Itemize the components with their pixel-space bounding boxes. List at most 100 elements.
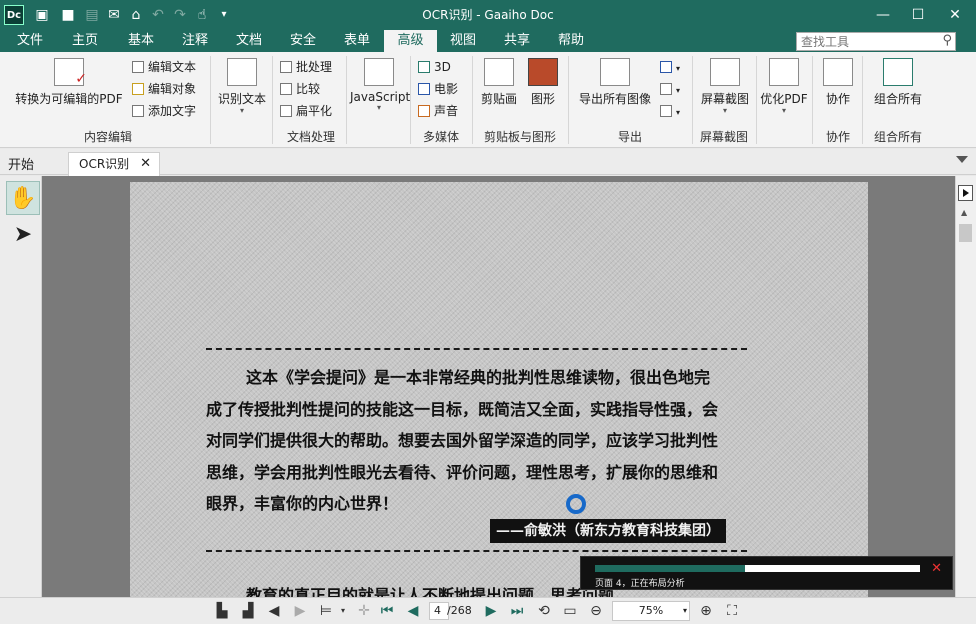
tab-share[interactable]: 共享 <box>494 30 540 52</box>
batch-button[interactable]: 批处理 <box>280 57 332 77</box>
convert-editable-icon: ✓ <box>54 58 87 87</box>
edit-text-button[interactable]: 编辑文本 <box>132 57 196 77</box>
combine-all-button[interactable]: 组合所有 <box>866 58 930 107</box>
flatten-button[interactable]: 扁平化 <box>280 101 332 121</box>
progress-fill <box>595 565 745 572</box>
tab-forms[interactable]: 表单 <box>334 30 380 52</box>
tab-advanced[interactable]: 高级 <box>384 30 437 52</box>
vertical-scrollbar[interactable]: ▲ <box>955 176 976 597</box>
tab-security[interactable]: 安全 <box>280 30 326 52</box>
batch-icon <box>280 61 292 73</box>
add-text-button[interactable]: 添加文字 <box>132 101 196 121</box>
chevron-down-icon: ▾ <box>676 64 681 73</box>
compare-button[interactable]: 比较 <box>280 79 320 99</box>
left-toolbar: ✋ ➤ <box>0 176 42 597</box>
progress-bar <box>595 565 920 572</box>
chevron-down-icon: ▾ <box>239 106 244 115</box>
export-option-1-button[interactable]: ▾ <box>660 57 680 77</box>
group-screenshot: 屏幕截图 <box>699 130 748 144</box>
page-bottom-text: 教育的真正目的就是让人不断地提出问题、思考问题。 <box>246 586 631 597</box>
zoom-in-icon[interactable]: ⊕ <box>696 601 716 621</box>
search-icon[interactable]: ⚲ <box>942 33 952 48</box>
magic-wand-icon <box>484 58 514 86</box>
tab-basic[interactable]: 基本 <box>118 30 164 52</box>
page-layout-icon[interactable]: ▙ <box>212 601 232 621</box>
tab-document[interactable]: 文档 <box>226 30 272 52</box>
page-layout-alt-icon[interactable]: ▟ <box>238 601 258 621</box>
zoom-out-icon[interactable]: ⊖ <box>586 601 606 621</box>
edit-object-button[interactable]: 编辑对象 <box>132 79 196 99</box>
people-icon <box>823 58 853 86</box>
first-page-icon[interactable]: ⏮ <box>378 601 396 621</box>
fullscreen-icon[interactable]: ⛶ <box>722 601 742 621</box>
tab-view[interactable]: 视图 <box>440 30 486 52</box>
last-page-icon[interactable]: ⏭ <box>508 601 526 621</box>
screenshot-button[interactable]: 屏幕截图 ▾ <box>696 58 754 115</box>
title-bar: Dc ▣ ■ ▤ ✉ ⌂ ↶ ↷ ☝ ▾ OCR识别 - Gaaiho Doc … <box>0 0 976 30</box>
zoom-select[interactable]: 75% ▾ <box>612 601 690 621</box>
hand-tool-icon[interactable]: ✋ <box>6 181 40 215</box>
side-panel-toggle-icon[interactable] <box>958 185 973 201</box>
fit-width-icon[interactable]: ⊨ <box>316 601 336 621</box>
optimize-pdf-button[interactable]: 优化PDF ▾ <box>758 58 810 115</box>
tab-help[interactable]: 帮助 <box>548 30 594 52</box>
3d-button[interactable]: 3D <box>418 57 451 77</box>
recognize-text-button[interactable]: 识别文本 ▾ <box>214 58 270 115</box>
back-view-icon[interactable]: ◀ <box>264 601 284 621</box>
close-button[interactable]: ✕ <box>932 0 976 30</box>
group-content-edit: 内容编辑 <box>83 130 132 144</box>
marquee-zoom-icon[interactable]: ✛ <box>354 601 374 621</box>
export-document-icon <box>660 105 672 117</box>
export-picture-icon <box>660 83 672 95</box>
quote-paragraph: 这本《学会提问》是一本非常经典的批判性思维读物，很出色地完 成了传授批判性提问的… <box>206 368 719 513</box>
select-arrow-icon[interactable]: ➤ <box>6 218 40 252</box>
ocr-progress-panel: 页面 4，正在布局分析 ✕ <box>580 556 953 590</box>
previous-page-icon[interactable]: ◀ <box>404 601 422 621</box>
chevron-down-icon: ▾ <box>676 108 681 117</box>
edit-object-icon <box>132 83 144 95</box>
close-tab-icon[interactable]: ✕ <box>140 153 151 175</box>
tab-annotate[interactable]: 注释 <box>172 30 218 52</box>
shape-button[interactable]: 图形 <box>524 58 562 107</box>
recognize-text-icon <box>227 58 257 86</box>
chevron-down-icon[interactable]: ▾ <box>338 601 348 621</box>
next-page-icon[interactable]: ▶ <box>482 601 500 621</box>
convert-editable-pdf-button[interactable]: ✓ 转换为可编辑的PDF <box>6 58 132 107</box>
clip-button[interactable]: 剪贴画 <box>476 58 522 107</box>
export-option-3-button[interactable]: ▾ <box>660 101 680 121</box>
collapse-ribbon-icon[interactable] <box>956 156 968 163</box>
movie-button[interactable]: 电影 <box>418 79 458 99</box>
find-tool-search: ⚲ <box>796 32 956 51</box>
javascript-button[interactable]: JavaScript ▾ <box>350 58 410 112</box>
group-collaborate: 协作 <box>825 130 850 144</box>
tab-file[interactable]: 文件 <box>8 30 52 52</box>
cube-3d-icon <box>418 61 430 73</box>
chevron-down-icon: ▾ <box>376 103 381 112</box>
forward-view-icon[interactable]: ▶ <box>290 601 310 621</box>
tab-home[interactable]: 主页 <box>62 30 108 52</box>
export-all-images-button[interactable]: 导出所有图像 <box>572 58 658 107</box>
chevron-down-icon: ▾ <box>781 106 786 115</box>
find-tool-input[interactable] <box>797 33 933 50</box>
page-fit-icon[interactable]: ▭ <box>560 601 580 621</box>
chevron-down-icon: ▾ <box>682 606 687 615</box>
ribbon-divider <box>692 56 693 144</box>
shape-icon <box>528 58 558 86</box>
collaborate-button[interactable]: 协作 <box>816 58 860 107</box>
rotate-view-icon[interactable]: ⟲ <box>534 601 554 621</box>
export-option-2-button[interactable]: ▾ <box>660 79 680 99</box>
document-viewport[interactable]: 这本《学会提问》是一本非常经典的批判性思维读物，很出色地完 成了传授批判性提问的… <box>42 176 955 597</box>
ribbon-divider <box>862 56 863 144</box>
scroll-up-icon[interactable]: ▲ <box>961 208 967 217</box>
current-page-input[interactable]: 4 <box>429 602 449 620</box>
dashed-divider <box>206 348 747 350</box>
tab-ocr-document[interactable]: OCR识别 ✕ <box>68 152 160 176</box>
document-page: 这本《学会提问》是一本非常经典的批判性思维读物，很出色地完 成了传授批判性提问的… <box>130 182 868 597</box>
cancel-ocr-icon[interactable]: ✕ <box>931 561 942 576</box>
ribbon-divider <box>472 56 473 144</box>
tab-start[interactable]: 开始 <box>8 154 34 173</box>
sound-button[interactable]: 声音 <box>418 101 458 121</box>
group-multimedia: 多媒体 <box>422 130 459 144</box>
scroll-thumb[interactable] <box>959 224 972 242</box>
export-image-icon <box>600 58 630 86</box>
